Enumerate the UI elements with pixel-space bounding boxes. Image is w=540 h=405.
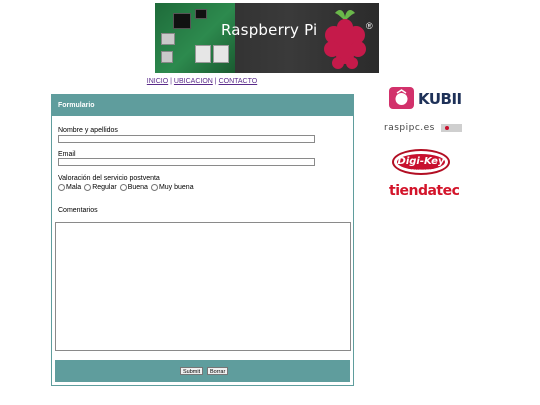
- radio-circle-icon[interactable]: [58, 184, 65, 191]
- raspipc-badge-icon: [441, 124, 462, 132]
- nav-link-ubicacion[interactable]: UBICACION: [174, 78, 213, 85]
- tiendatec-logo-text[interactable]: tiendatec: [389, 183, 460, 199]
- radio-circle-icon[interactable]: [84, 184, 92, 191]
- registered-mark: ®: [366, 21, 373, 31]
- name-input[interactable]: [58, 135, 315, 143]
- rating-option-regular[interactable]: Regular: [84, 184, 117, 191]
- rating-option-buena[interactable]: Buena: [119, 184, 148, 191]
- rating-option-muy-buena[interactable]: Muy buena: [150, 184, 194, 191]
- digikey-logo-text: Digi-Key: [397, 154, 445, 170]
- submit-button[interactable]: Submit: [180, 367, 204, 375]
- radio-circle-icon[interactable]: [119, 184, 127, 191]
- contact-form-panel: Formulario Nombre y apellidos Email Valo…: [51, 94, 354, 386]
- rating-option-label: Buena: [127, 184, 148, 191]
- rating-option-label: Mala: [66, 184, 82, 191]
- email-input[interactable]: [58, 158, 315, 166]
- reset-button[interactable]: Borrar: [207, 367, 229, 375]
- radio-circle-icon[interactable]: [150, 184, 158, 191]
- email-label: Email: [58, 151, 76, 158]
- rating-option-mala[interactable]: Mala: [58, 184, 81, 191]
- comments-textarea[interactable]: [55, 222, 351, 351]
- rating-option-label: Muy buena: [158, 184, 194, 191]
- digikey-logo[interactable]: Digi-Key ELECTRONICS: [392, 149, 450, 175]
- name-label: Nombre y apellidos: [58, 127, 118, 134]
- form-footer: Submit Borrar: [55, 360, 350, 382]
- digikey-logo-subtext: ELECTRONICS: [412, 169, 430, 172]
- raspberry-pi-banner: Raspberry Pi ®: [155, 3, 379, 73]
- form-title: Formulario: [52, 95, 353, 116]
- top-nav: INICIO | UBICACION | CONTACTO: [0, 78, 404, 85]
- raspipc-logo-text[interactable]: raspipc.es: [384, 123, 435, 133]
- nav-separator: |: [170, 78, 172, 85]
- kubii-logo-text[interactable]: KUBII: [418, 90, 462, 108]
- kubii-logo-icon[interactable]: [389, 87, 414, 109]
- rating-label: Valoración del servicio postventa: [58, 175, 160, 182]
- banner-title: Raspberry Pi: [221, 21, 318, 39]
- raspberry-logo-icon: [324, 10, 366, 69]
- rating-option-label: Regular: [92, 184, 117, 191]
- nav-link-contacto[interactable]: CONTACTO: [219, 78, 258, 85]
- nav-link-inicio[interactable]: INICIO: [147, 78, 168, 85]
- comments-label: Comentarios: [58, 207, 98, 214]
- nav-separator: |: [214, 78, 217, 85]
- rating-radio-group: Mala Regular Buena Muy buena: [58, 184, 194, 191]
